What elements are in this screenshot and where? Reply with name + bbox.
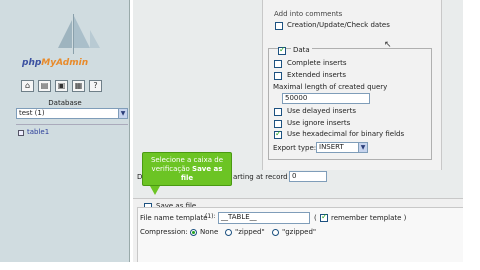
compression-zipped-label: "zipped" [235, 228, 265, 236]
complete-inserts-label: Complete inserts [287, 59, 347, 67]
max-length-input[interactable]: 50000 [282, 93, 370, 104]
delayed-inserts-checkbox[interactable] [274, 108, 282, 116]
docs-icon[interactable]: ▦ [72, 80, 85, 92]
compression-gzipped-radio[interactable] [272, 229, 279, 236]
chevron-down-icon[interactable]: ▼ [358, 143, 367, 152]
logo-text-php: php [22, 58, 42, 68]
remember-template-label: remember template ) [331, 214, 407, 222]
sql-icon[interactable]: ▤ [38, 80, 51, 92]
home-icon[interactable]: ⌂ [21, 80, 34, 92]
database-label: Database [48, 99, 82, 107]
export-type-select[interactable]: INSERT ▼ [316, 142, 368, 153]
table-link-table1[interactable]: table1 [27, 128, 49, 136]
tooltip-line3: file [143, 174, 231, 183]
logo-sail [74, 16, 90, 48]
paren-open: ( [314, 214, 317, 222]
help-icon[interactable]: ? [89, 80, 102, 92]
tooltip-line2-text: verificação [151, 165, 190, 173]
max-length-label: Maximal length of created query [273, 83, 388, 91]
compression-none-radio[interactable] [190, 229, 197, 236]
data-legend: Data [291, 46, 312, 54]
export-type-value: INSERT [319, 143, 344, 151]
file-template-hint[interactable]: (1): [205, 213, 216, 220]
database-select-value: test (1) [19, 109, 45, 117]
compression-gzipped-label: "gzipped" [282, 228, 317, 236]
starting-record-input[interactable]: 0 [289, 171, 327, 182]
export-type-label: Export type: [273, 144, 317, 152]
tooltip-line2: verificação Save as [143, 165, 231, 174]
query-window-icon[interactable]: ▣ [55, 80, 68, 92]
logo-text-myadmin: MyAdmin [41, 58, 89, 68]
comments-heading: Add into comments [274, 10, 343, 18]
logo-sail [58, 20, 72, 48]
file-template-label: File name template [140, 214, 208, 222]
ignore-inserts-label: Use ignore inserts [287, 119, 351, 127]
navigation-frame: phpMyAdmin ⌂ ▤ ▣ ▦ ? Database test (1) ▼… [0, 0, 130, 262]
creation-dates-checkbox[interactable] [275, 22, 283, 30]
starting-record-label: arting at record # [233, 173, 296, 181]
chevron-down-icon[interactable]: ▼ [118, 109, 127, 118]
mouse-cursor-icon: ↖ [384, 40, 392, 50]
file-template-input[interactable]: __TABLE__ [218, 212, 310, 224]
instruction-tooltip: Selecione a caixa de verificação Save as… [142, 152, 232, 186]
phpmyadmin-logo[interactable]: phpMyAdmin [22, 58, 88, 68]
complete-inserts-checkbox[interactable] [274, 60, 282, 68]
hex-binary-label: Use hexadecimal for binary fields [287, 130, 405, 138]
logo-sail [90, 30, 100, 48]
tooltip-line3-bold: file [180, 174, 194, 182]
compression-none-label: None [200, 228, 219, 236]
table-icon[interactable] [18, 130, 24, 136]
ignore-inserts-checkbox[interactable] [274, 120, 282, 128]
tooltip-line2-bold: Save as [192, 165, 223, 173]
divider [16, 124, 128, 125]
tooltip-line1: Selecione a caixa de [150, 156, 224, 164]
extended-inserts-label: Extended inserts [287, 71, 347, 79]
delayed-inserts-label: Use delayed inserts [287, 107, 357, 115]
extended-inserts-checkbox[interactable] [274, 72, 282, 80]
remember-template-checkbox[interactable] [320, 212, 328, 222]
hex-binary-checkbox[interactable] [274, 129, 282, 139]
database-select[interactable]: test (1) ▼ [16, 108, 128, 119]
tooltip-pointer [150, 186, 160, 195]
data-checkbox[interactable] [278, 45, 286, 55]
compression-zipped-radio[interactable] [225, 229, 232, 236]
compression-label: Compression: [140, 228, 188, 236]
creation-dates-label: Creation/Update/Check dates [287, 21, 390, 29]
